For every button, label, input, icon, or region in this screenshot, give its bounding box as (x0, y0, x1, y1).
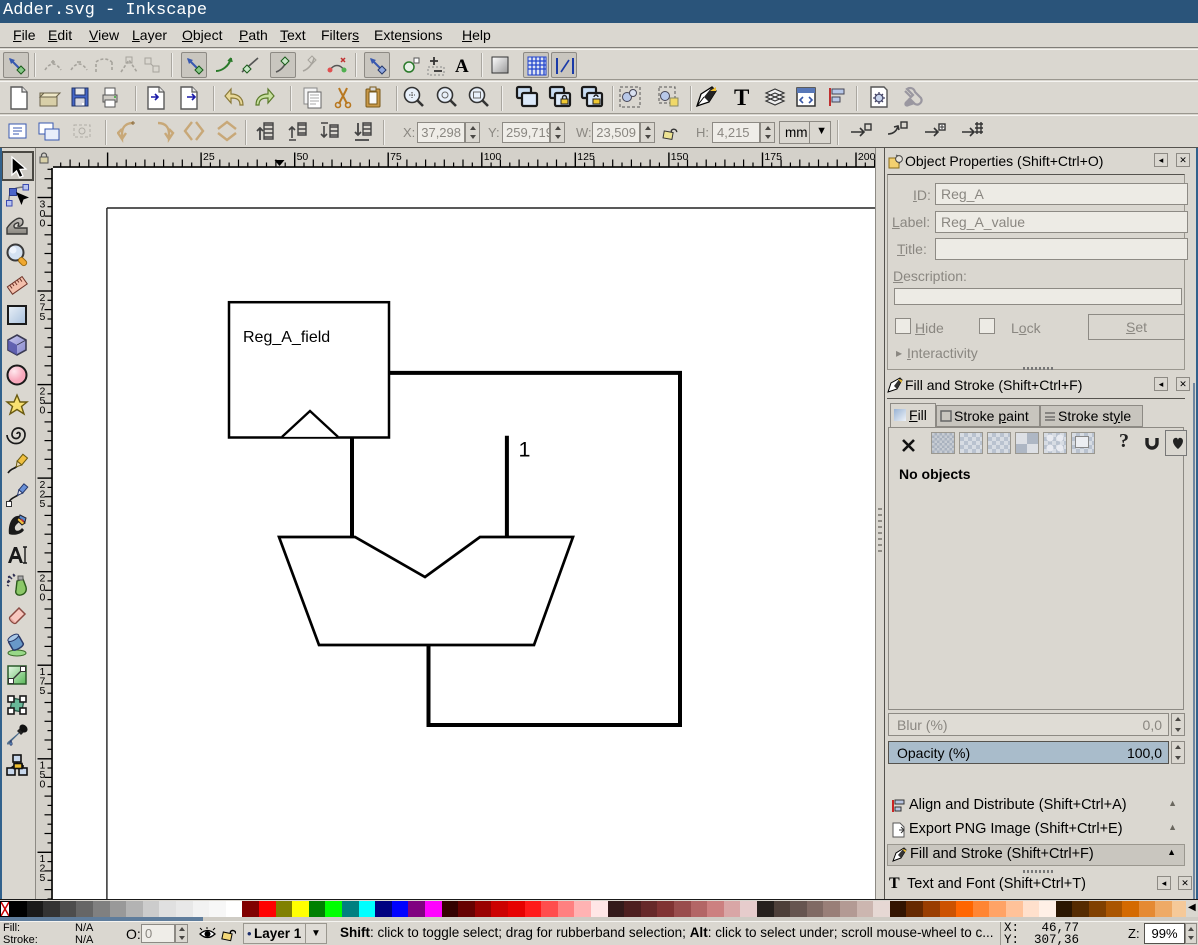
svg-text:5: 5 (40, 311, 46, 323)
svg-text:100: 100 (484, 151, 502, 163)
svg-text:0: 0 (40, 779, 46, 791)
svg-text:25: 25 (203, 151, 215, 163)
svg-text:Reg_A_field: Reg_A_field (243, 329, 330, 346)
svg-text:0: 0 (40, 592, 46, 604)
svg-text:1: 1 (519, 438, 531, 462)
svg-text:5: 5 (40, 498, 46, 510)
svg-text:0: 0 (40, 217, 46, 229)
svg-text:175: 175 (764, 151, 782, 163)
svg-text:T: T (734, 85, 749, 110)
svg-text:50: 50 (297, 151, 309, 163)
svg-text:5: 5 (40, 685, 46, 697)
svg-text:150: 150 (671, 151, 689, 163)
svg-text:125: 125 (577, 151, 595, 163)
svg-text:A: A (455, 56, 469, 76)
svg-text:75: 75 (390, 151, 402, 163)
svg-text:200: 200 (858, 151, 875, 163)
svg-text:5: 5 (40, 872, 46, 884)
svg-text:0: 0 (40, 404, 46, 416)
